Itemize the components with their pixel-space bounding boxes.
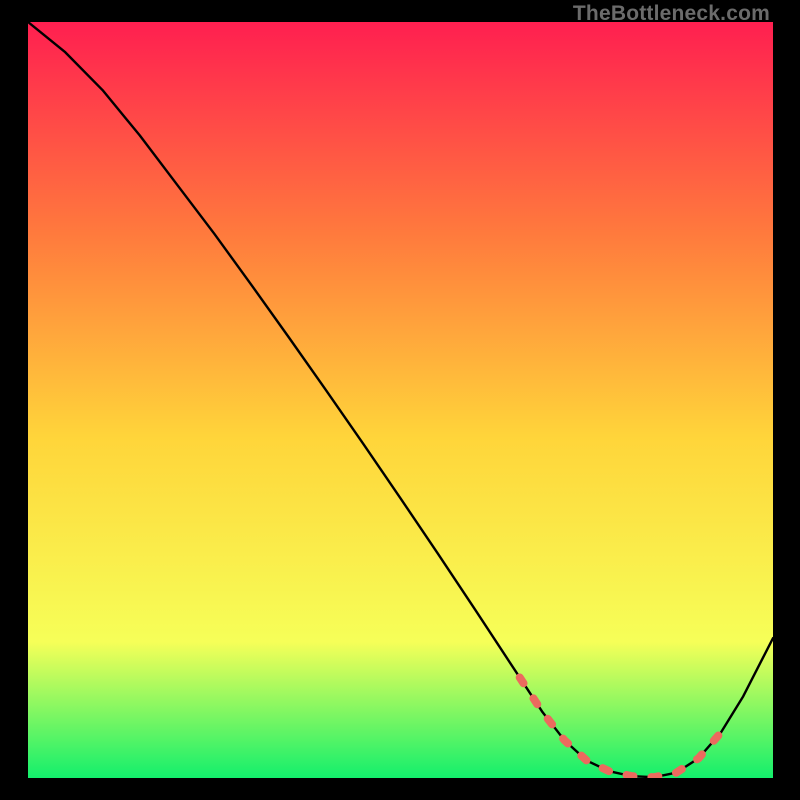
chart-container: TheBottleneck.com <box>0 0 800 800</box>
plot-area <box>28 22 773 778</box>
chart-svg <box>28 22 773 778</box>
